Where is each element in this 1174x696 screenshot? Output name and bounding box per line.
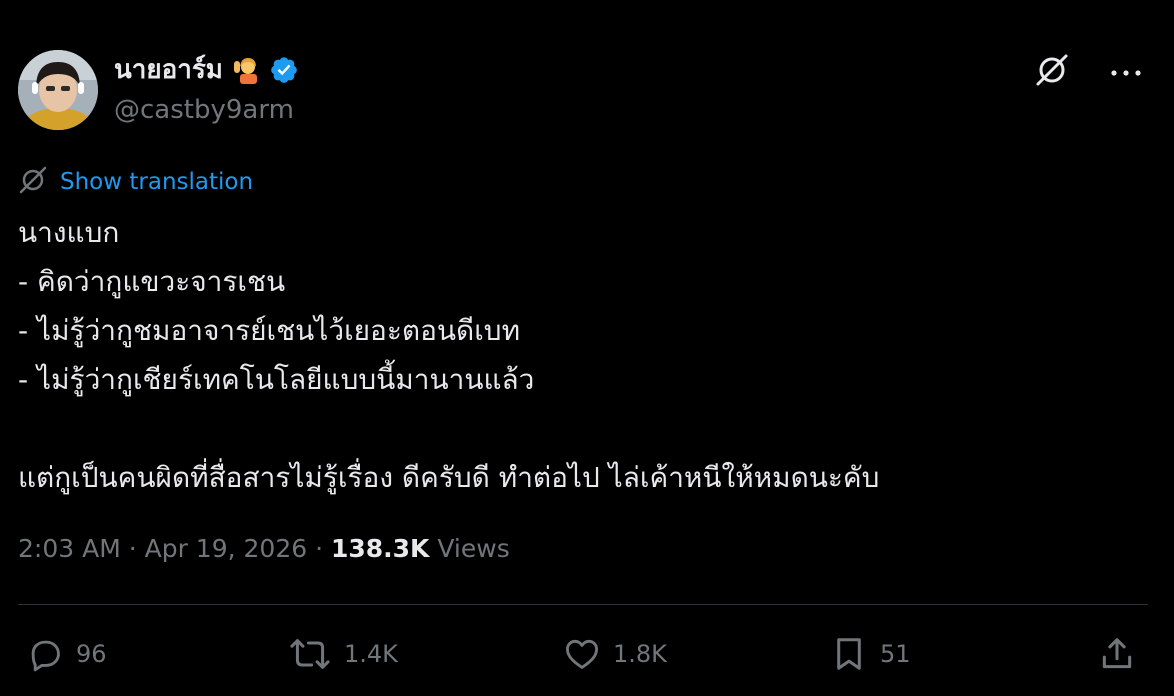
tweet-line: - คิดว่ากูแขวะจารเชน: [18, 265, 286, 298]
tweet-line: แต่กูเป็นคนผิดที่สื่อสารไม่รู้เรื่อง ดีค…: [18, 461, 880, 494]
bookmark-icon: [830, 635, 868, 673]
views-label[interactable]: Views: [429, 534, 509, 563]
reply-count: 96: [76, 640, 107, 668]
share-icon: [1098, 635, 1136, 673]
tweet-time[interactable]: 2:03 AM: [18, 534, 121, 563]
author-display-name[interactable]: นายอาร์ม: [114, 52, 223, 88]
repost-count: 1.4K: [344, 640, 398, 668]
tweet-line: - ไม่รู้ว่ากูชมอาจารย์เชนไว้เยอะตอนดีเบท: [18, 314, 521, 347]
reply-button[interactable]: 96: [26, 626, 107, 682]
share-button[interactable]: [1098, 626, 1136, 682]
tweet-text: นางแบก - คิดว่ากูแขวะจารเชน - ไม่รู้ว่าก…: [18, 208, 1148, 502]
more-icon: [1110, 63, 1142, 82]
meta-separator: ·: [120, 534, 145, 563]
repost-button[interactable]: 1.4K: [288, 626, 398, 682]
header-actions: [1032, 52, 1146, 92]
bookmark-count: 51: [880, 640, 911, 668]
tweet-line: [18, 404, 1148, 453]
grok-button[interactable]: [1032, 52, 1072, 92]
tweet-card: นายอาร์ม @castby9arm Show translation นา…: [0, 0, 1174, 696]
reply-icon: [26, 635, 64, 673]
meta-separator: ·: [307, 534, 331, 563]
like-button[interactable]: 1.8K: [563, 626, 667, 682]
bookmark-button[interactable]: 51: [830, 626, 911, 682]
avatar[interactable]: [18, 50, 98, 130]
like-count: 1.8K: [613, 640, 667, 668]
views-count[interactable]: 138.3K: [331, 534, 429, 563]
author-name-row: นายอาร์ม: [114, 52, 299, 88]
author-handle[interactable]: @castby9arm: [114, 92, 294, 128]
divider: [18, 604, 1148, 605]
more-options-button[interactable]: [1106, 52, 1146, 92]
tweet-meta: 2:03 AM · Apr 19, 2026 · 138.3K Views: [18, 530, 510, 568]
tweet-date[interactable]: Apr 19, 2026: [145, 534, 308, 563]
tweet-line: นางแบก: [18, 216, 120, 249]
tweet-actions-bar: 96 1.4K 1.8K 51: [18, 626, 1148, 682]
translate-globe-icon: [18, 165, 48, 199]
tweet-line: - ไม่รู้ว่ากูเชียร์เทคโนโลยีแบบนี้มานานแ…: [18, 363, 535, 396]
heart-icon: [563, 635, 601, 673]
grok-icon: [1033, 51, 1071, 93]
raising-hand-emoji-icon: [231, 55, 261, 85]
show-translation-label[interactable]: Show translation: [60, 164, 253, 200]
repost-icon: [288, 635, 332, 673]
show-translation-link[interactable]: Show translation: [18, 164, 253, 200]
verified-badge-icon[interactable]: [269, 55, 299, 85]
